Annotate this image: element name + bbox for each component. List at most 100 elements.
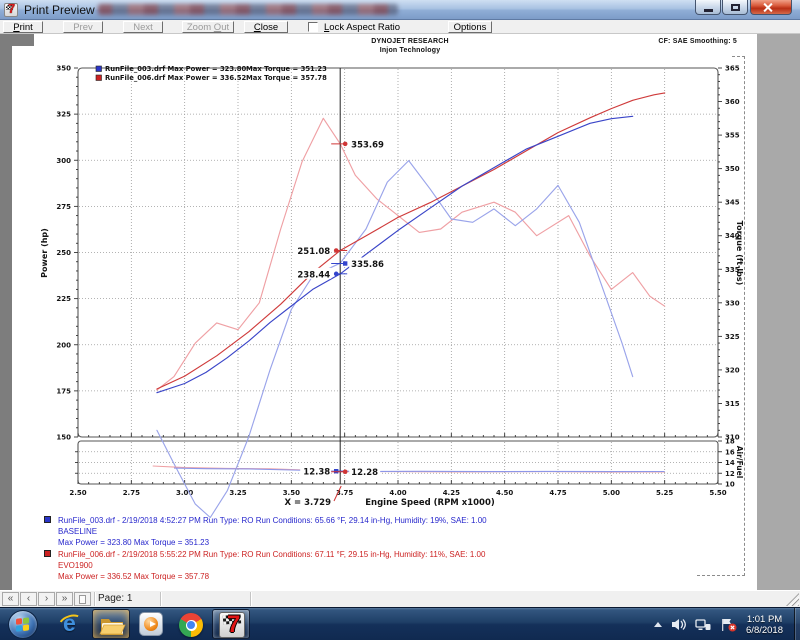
svg-text:5.50: 5.50: [709, 489, 726, 497]
minimize-icon: [704, 9, 713, 12]
svg-text:355: 355: [725, 132, 740, 140]
last-page-button[interactable]: »: [56, 592, 73, 606]
svg-text:365: 365: [725, 65, 740, 73]
prev-button[interactable]: Prev: [63, 21, 103, 33]
svg-text:12.28: 12.28: [351, 468, 378, 478]
prev-page-button[interactable]: ‹: [20, 592, 37, 606]
svg-text:X = 3.729: X = 3.729: [285, 498, 332, 508]
network-icon[interactable]: [695, 618, 711, 631]
clock-time: 1:01 PM: [746, 614, 783, 625]
svg-text:275: 275: [56, 203, 71, 211]
window-title: Print Preview: [24, 3, 95, 17]
close-preview-button[interactable]: Close: [244, 21, 288, 33]
zoom-out-button[interactable]: Zoom Out: [182, 21, 234, 33]
toolbar: Print Prev Next Zoom Out Close Lock Aspe…: [0, 20, 800, 34]
action-center-flag-icon[interactable]: [720, 618, 737, 632]
taskbar-winpep7[interactable]: 7: [212, 609, 250, 639]
svg-text:Max Torque = 351.23: Max Torque = 351.23: [246, 65, 327, 73]
options-button[interactable]: Options: [448, 21, 492, 33]
svg-text:350: 350: [56, 65, 71, 73]
winpep7-icon: 7: [219, 612, 245, 638]
print-button[interactable]: Print: [3, 21, 43, 33]
first-page-button[interactable]: «: [2, 592, 19, 606]
close-button[interactable]: [750, 0, 792, 15]
next-button[interactable]: Next: [123, 21, 163, 33]
svg-text:335.86: 335.86: [351, 260, 384, 270]
svg-text:Torque (ft-lbs): Torque (ft-lbs): [735, 221, 744, 286]
taskbar-chrome[interactable]: [172, 609, 210, 639]
print-margin-line: [744, 56, 745, 576]
svg-text:RunFile_003.drf Max Power = 32: RunFile_003.drf Max Power = 323.80: [105, 65, 246, 73]
svg-text:330: 330: [725, 299, 740, 307]
svg-text:Air/Fuel: Air/Fuel: [735, 446, 744, 479]
page-view-button[interactable]: [74, 592, 91, 606]
svg-text:2.50: 2.50: [69, 489, 86, 497]
status-bar: « ‹ › » Page: 1: [0, 590, 800, 607]
chrome-icon: [179, 613, 203, 637]
start-button[interactable]: [8, 610, 38, 639]
svg-text:225: 225: [56, 295, 71, 303]
svg-text:12.38: 12.38: [303, 468, 330, 478]
lock-aspect-label[interactable]: Lock Aspect Ratio: [324, 22, 400, 33]
svg-text:18: 18: [725, 438, 735, 446]
dyno-chart-svg: 1501752002252502753003253503103153203253…: [0, 34, 800, 590]
run1-line3: Max Power = 323.80 Max Torque = 351.23: [58, 537, 487, 548]
taskbar-media-player[interactable]: [132, 609, 170, 639]
print-preview-window: 7 Print Preview Print Prev Next Zoom Out…: [0, 0, 800, 640]
system-tray: 1:01 PM 6/8/2018: [654, 608, 794, 640]
svg-text:320: 320: [725, 366, 740, 374]
svg-text:4.00: 4.00: [389, 489, 406, 497]
svg-text:3.25: 3.25: [229, 489, 246, 497]
clock-date: 6/8/2018: [746, 625, 783, 636]
taskbar-windows-explorer[interactable]: [92, 609, 130, 639]
svg-text:2.75: 2.75: [123, 489, 140, 497]
svg-text:238.44: 238.44: [297, 270, 330, 280]
run2-line2: EVO1900: [58, 560, 485, 571]
run-info-baseline: RunFile_003.drf - 2/19/2018 4:52:27 PM R…: [44, 515, 487, 548]
run-info-evo1900: RunFile_006.drf - 2/19/2018 5:55:22 PM R…: [44, 549, 485, 582]
media-player-icon: [139, 612, 163, 636]
taskbar-internet-explorer[interactable]: e: [52, 609, 90, 639]
page-indicator: Page: 1: [98, 593, 132, 604]
hidden-icons-chevron[interactable]: [654, 622, 662, 627]
svg-text:14: 14: [725, 459, 735, 467]
volume-icon[interactable]: [671, 618, 686, 631]
svg-text:300: 300: [56, 157, 71, 165]
svg-text:150: 150: [56, 434, 71, 442]
svg-text:325: 325: [56, 111, 71, 119]
run2-color-swatch: [44, 550, 51, 557]
svg-text:353.69: 353.69: [351, 140, 384, 150]
svg-text:360: 360: [725, 98, 740, 106]
svg-text:350: 350: [725, 165, 740, 173]
show-desktop-button[interactable]: [794, 608, 800, 640]
run2-line1: RunFile_006.drf - 2/19/2018 5:55:22 PM R…: [58, 549, 485, 560]
winpep-seven-icon: 7: [8, 1, 15, 16]
taskbar: e 7: [0, 607, 800, 640]
taskbar-clock[interactable]: 1:01 PM 6/8/2018: [746, 613, 783, 636]
maximize-button[interactable]: [722, 0, 748, 15]
minimize-button[interactable]: [695, 0, 721, 15]
app-icon: 7: [4, 3, 18, 17]
svg-text:5.00: 5.00: [603, 489, 620, 497]
lock-aspect-checkbox[interactable]: [308, 22, 318, 32]
svg-text:3.50: 3.50: [283, 489, 300, 497]
svg-text:10: 10: [725, 481, 735, 489]
svg-text:251.08: 251.08: [297, 247, 330, 257]
print-margin-corner-bottom: [697, 575, 745, 576]
svg-text:200: 200: [56, 341, 71, 349]
next-page-button[interactable]: ›: [38, 592, 55, 606]
svg-text:325: 325: [725, 333, 740, 341]
svg-text:RunFile_006.drf Max Power = 33: RunFile_006.drf Max Power = 336.52: [105, 74, 246, 82]
svg-text:345: 345: [725, 199, 740, 207]
title-bar: 7 Print Preview: [0, 0, 800, 20]
run1-line2: BASELINE: [58, 526, 487, 537]
resize-grip[interactable]: [786, 593, 799, 606]
svg-text:Engine Speed (RPM x1000): Engine Speed (RPM x1000): [365, 498, 495, 508]
maximize-icon: [731, 4, 740, 11]
svg-text:250: 250: [56, 249, 71, 257]
svg-text:16: 16: [725, 448, 735, 456]
print-margin-corner-top: [732, 56, 745, 57]
run2-line3: Max Power = 336.52 Max Torque = 357.78: [58, 571, 485, 582]
ie-swoosh-icon: [56, 611, 86, 636]
svg-text:4.50: 4.50: [496, 489, 513, 497]
